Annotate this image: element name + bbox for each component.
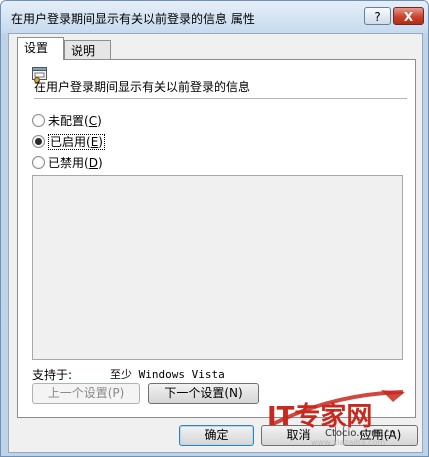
radio-enabled-key: E — [90, 135, 99, 149]
dialog-client-area: 设置 说明 在用户登录期间显示有关以前登录的信息 未配置(C) 已启用(E) 已… — [8, 33, 423, 453]
radio-circle[interactable] — [32, 156, 45, 169]
help-button[interactable]: ? — [364, 7, 391, 25]
radio-not-configured-key: C — [88, 114, 98, 128]
separator — [34, 98, 407, 99]
previous-setting-button[interactable]: 上一个设置(P) — [32, 383, 140, 404]
tab-settings[interactable]: 设置 — [17, 37, 64, 60]
cancel-button[interactable]: 取消 — [261, 425, 336, 446]
radio-disabled-key: D — [88, 156, 98, 170]
radio-not-configured-label: 未配置 — [48, 114, 85, 128]
policy-title: 在用户登录期间显示有关以前登录的信息 — [34, 80, 251, 94]
radio-disabled[interactable]: 已禁用(D) — [32, 154, 103, 171]
support-label: 支持于: — [32, 368, 73, 382]
radio-not-configured[interactable]: 未配置(C) — [32, 112, 102, 129]
next-setting-button[interactable]: 下一个设置(N) — [148, 383, 259, 404]
options-area — [32, 175, 403, 360]
radio-enabled-label: 已启用 — [50, 135, 87, 149]
close-button[interactable]: X — [393, 7, 424, 25]
tab-explain[interactable]: 说明 — [64, 40, 111, 60]
support-value: 至少 Windows Vista — [110, 368, 225, 381]
help-icon: ? — [374, 10, 381, 24]
window-title: 在用户登录期间显示有关以前登录的信息 属性 — [11, 12, 255, 26]
settings-panel: 在用户登录期间显示有关以前登录的信息 未配置(C) 已启用(E) 已禁用(D) … — [17, 59, 416, 418]
radio-circle-checked[interactable] — [32, 135, 45, 148]
radio-disabled-label: 已禁用 — [48, 156, 85, 170]
properties-dialog: 在用户登录期间显示有关以前登录的信息 属性 ? X 设置 说明 在用户登录期间显… — [0, 0, 429, 457]
radio-enabled[interactable]: 已启用(E) — [32, 133, 105, 150]
close-icon: X — [403, 10, 414, 24]
apply-button[interactable]: 应用(A) — [343, 425, 418, 446]
ok-button[interactable]: 确定 — [179, 425, 254, 446]
title-bar[interactable]: 在用户登录期间显示有关以前登录的信息 属性 ? X — [1, 1, 428, 33]
tab-settings-label: 设置 — [24, 41, 49, 55]
radio-circle[interactable] — [32, 114, 45, 127]
tab-explain-label: 说明 — [71, 44, 96, 58]
